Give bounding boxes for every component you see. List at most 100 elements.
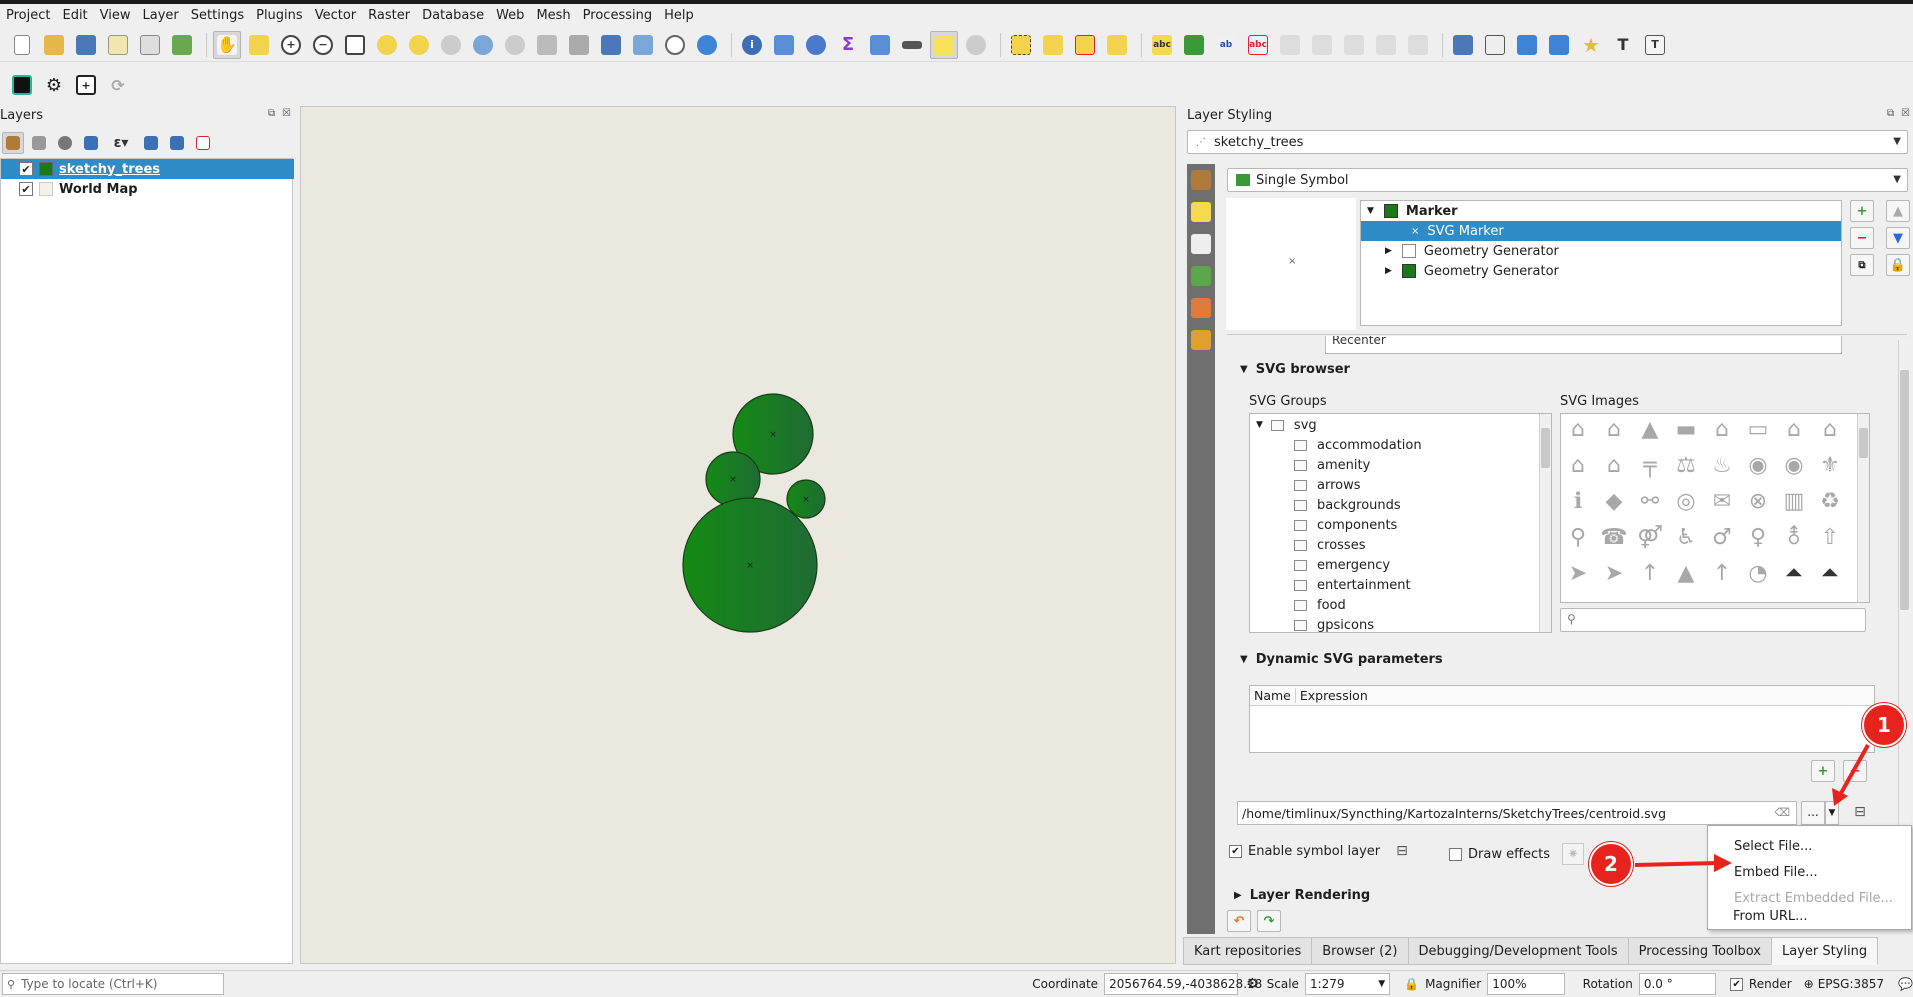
enable-symbol-layer[interactable]: ✔ Enable symbol layer ⊟ bbox=[1229, 843, 1408, 859]
coordinate-field[interactable]: 2056764.59,-4038628.18 bbox=[1104, 973, 1262, 995]
svg-image-icon[interactable]: ⌂ bbox=[1817, 416, 1843, 442]
refresh-button[interactable] bbox=[693, 31, 721, 59]
map-tips-button[interactable] bbox=[930, 30, 958, 59]
identify-button[interactable]: i bbox=[738, 31, 766, 59]
menu-help[interactable]: Help bbox=[658, 4, 700, 28]
add-group-button[interactable] bbox=[28, 132, 50, 154]
expand-arrow-icon[interactable]: ▼ bbox=[1256, 420, 1263, 430]
print-layout-button[interactable] bbox=[136, 31, 164, 59]
svg-image-icon[interactable]: ◔ bbox=[1745, 560, 1771, 586]
move-down-button[interactable]: ▼ bbox=[1886, 227, 1910, 249]
svg-image-icon[interactable]: ▭ bbox=[1745, 416, 1771, 442]
browse-button[interactable]: ... bbox=[1801, 801, 1825, 825]
crs-globe-icon[interactable]: ⊕ bbox=[1804, 977, 1814, 991]
zoom-next-button[interactable] bbox=[501, 31, 529, 59]
svg-image-icon[interactable]: ⏶ bbox=[1817, 560, 1843, 586]
tab-debugging[interactable]: Debugging/Development Tools bbox=[1407, 937, 1629, 965]
pan-button[interactable]: ✋ bbox=[213, 30, 241, 59]
svg-image-icon[interactable]: ⚜ bbox=[1817, 452, 1843, 478]
svg-image-icon[interactable]: ↑ bbox=[1709, 560, 1735, 586]
svg-image-icon[interactable]: ➤ bbox=[1565, 560, 1591, 586]
from-url-menu-item[interactable]: From URL... bbox=[1733, 909, 1808, 924]
images-scrollbar[interactable] bbox=[1857, 414, 1869, 602]
svg-image-icon[interactable]: ⌂ bbox=[1781, 416, 1807, 442]
add-polygon-button[interactable] bbox=[1513, 31, 1541, 59]
svg-group-item[interactable]: entertainment bbox=[1294, 575, 1411, 595]
digitize-4-button[interactable] bbox=[1372, 31, 1400, 59]
zoom-native-button[interactable] bbox=[437, 31, 465, 59]
style-manager-button[interactable] bbox=[168, 31, 196, 59]
tree-row-svg-marker[interactable]: × SVG Marker bbox=[1361, 221, 1841, 241]
select-file-menu-item[interactable]: Select File... bbox=[1734, 839, 1812, 854]
tree-row-geometry-generator[interactable]: ▶ Geometry Generator bbox=[1361, 241, 1841, 261]
svg-image-icon[interactable]: ♻ bbox=[1817, 488, 1843, 514]
new-3d-view-button[interactable] bbox=[565, 31, 593, 59]
diagram-tool-button[interactable] bbox=[1180, 31, 1208, 59]
clear-icon[interactable]: ⌫ bbox=[1774, 806, 1790, 819]
measure-button[interactable] bbox=[898, 31, 926, 59]
svg-image-icon[interactable]: ℹ bbox=[1565, 488, 1591, 514]
scale-field[interactable]: 1:279 ▼ bbox=[1304, 973, 1391, 995]
vertex-tool-button[interactable] bbox=[1481, 31, 1509, 59]
crs-label[interactable]: EPSG:3857 bbox=[1818, 977, 1884, 991]
col-expression-header[interactable]: Expression bbox=[1296, 688, 1372, 703]
digitize-3-button[interactable] bbox=[1340, 31, 1368, 59]
lock-button[interactable]: 🔒 bbox=[1886, 254, 1910, 276]
select-location-button[interactable] bbox=[1103, 31, 1131, 59]
close-panel-icon[interactable]: ☒ bbox=[282, 108, 291, 119]
expand-all-button[interactable] bbox=[140, 132, 162, 154]
layer-rendering-header[interactable]: ▶ Layer Rendering bbox=[1234, 888, 1370, 903]
zoom-out-button[interactable]: − bbox=[309, 31, 337, 59]
svg-image-icon[interactable]: ⚯ bbox=[1637, 488, 1663, 514]
svg-image-icon[interactable]: ▲ bbox=[1673, 560, 1699, 586]
svg-path-field[interactable]: /home/timlinux/Syncthing/KartozaInterns/… bbox=[1237, 801, 1797, 825]
scroll-thumb[interactable] bbox=[1900, 370, 1909, 610]
move-up-button[interactable]: ▲ bbox=[1886, 200, 1910, 222]
enable-symbol-layer-checkbox[interactable]: ✔ bbox=[1229, 844, 1242, 858]
svg-group-item[interactable]: arrows bbox=[1294, 475, 1361, 495]
svg-image-icon[interactable]: ⌂ bbox=[1709, 416, 1735, 442]
svg-group-item[interactable]: amenity bbox=[1294, 455, 1370, 475]
embed-file-menu-item[interactable]: Embed File... bbox=[1734, 865, 1818, 880]
svg-group-root[interactable]: ▼ svg bbox=[1256, 415, 1317, 435]
svg-image-icon[interactable]: ▬ bbox=[1673, 416, 1699, 442]
layer-visibility-checkbox[interactable]: ✔ bbox=[19, 182, 33, 196]
browse-menu-arrow[interactable]: ▼ bbox=[1825, 801, 1839, 825]
svg-image-icon[interactable]: ♨ bbox=[1709, 452, 1735, 478]
menu-plugins[interactable]: Plugins bbox=[250, 4, 309, 28]
menu-settings[interactable]: Settings bbox=[185, 4, 250, 28]
svg-image-icon[interactable]: ⌂ bbox=[1565, 416, 1591, 442]
sync-button[interactable]: ⟳ bbox=[104, 71, 132, 99]
tab-layer-styling[interactable]: Layer Styling bbox=[1770, 937, 1879, 965]
locate-button[interactable] bbox=[962, 31, 990, 59]
collapse-all-button[interactable] bbox=[166, 132, 188, 154]
menu-web[interactable]: Web bbox=[490, 4, 530, 28]
render-checkbox[interactable]: ✔ bbox=[1730, 977, 1743, 991]
show-labels-button[interactable]: abc bbox=[1244, 31, 1272, 59]
coordinate-mode-icon[interactable]: ⚙ bbox=[1246, 976, 1259, 992]
svg-image-icon[interactable]: ♀ bbox=[1745, 524, 1771, 550]
remove-symbol-layer-button[interactable]: − bbox=[1850, 227, 1874, 249]
col-name-header[interactable]: Name bbox=[1250, 688, 1296, 703]
layer-visibility-checkbox[interactable]: ✔ bbox=[19, 162, 33, 176]
pin-labels-button[interactable]: ab bbox=[1212, 31, 1240, 59]
svg-image-icon[interactable]: ⌂ bbox=[1601, 416, 1627, 442]
zoom-last-button[interactable] bbox=[469, 31, 497, 59]
statistics-button[interactable]: Σ bbox=[834, 31, 862, 59]
labels-tab-icon[interactable] bbox=[1191, 202, 1211, 222]
menu-edit[interactable]: Edit bbox=[56, 4, 93, 28]
effects-star-icon[interactable]: ✷ bbox=[1562, 843, 1585, 865]
redo-button[interactable]: ↷ bbox=[1257, 910, 1281, 932]
svg-image-icon[interactable]: ↑ bbox=[1637, 560, 1663, 586]
attribute-table-button[interactable] bbox=[866, 31, 894, 59]
add-line-button[interactable] bbox=[1545, 31, 1573, 59]
add-button[interactable]: + bbox=[72, 71, 100, 99]
svg-group-item[interactable]: crosses bbox=[1294, 535, 1365, 555]
show-bookmarks-button[interactable] bbox=[629, 31, 657, 59]
zoom-full-button[interactable] bbox=[341, 31, 369, 59]
pan-to-selection-button[interactable] bbox=[245, 31, 273, 59]
save-project-button[interactable] bbox=[72, 31, 100, 59]
3d-view-tab-icon[interactable] bbox=[1191, 266, 1211, 286]
layer-combo[interactable]: ⋰ sketchy_trees ▼ bbox=[1187, 130, 1908, 154]
float-panel-icon[interactable]: ⧉ bbox=[268, 108, 275, 119]
